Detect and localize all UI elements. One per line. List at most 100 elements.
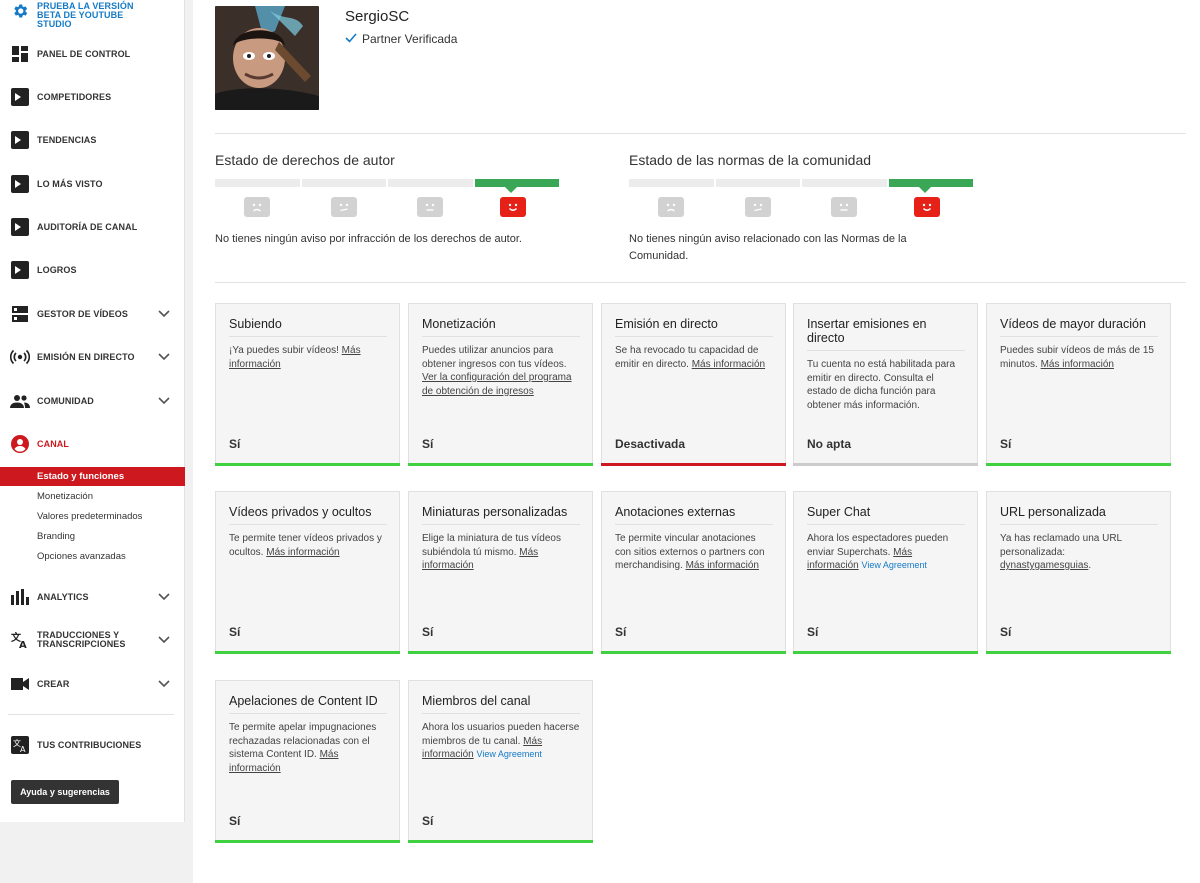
chevron-down-icon[interactable]	[157, 350, 171, 364]
feature-card: Emisión en directo Se ha revocado tu cap…	[601, 303, 786, 466]
sidebar-divider	[8, 714, 174, 715]
sidebar-item-label: COMUNIDAD	[37, 395, 94, 406]
more-info-link[interactable]: Más información	[692, 359, 765, 370]
sidebar-subitem-monetization[interactable]: Monetización	[0, 487, 185, 506]
sidebar-item-channel[interactable]: CANAL	[0, 429, 185, 459]
sidebar-item-label: EMISIÓN EN DIRECTO	[37, 351, 135, 362]
feature-card: Subiendo ¡Ya puedes subir vídeos! Más in…	[215, 303, 400, 466]
sidebar-item-video-manager[interactable]: GESTOR DE VÍDEOS	[0, 299, 185, 329]
feature-card: Vídeos de mayor duración Puedes subir ví…	[986, 303, 1171, 466]
meter-segment-active	[474, 179, 559, 187]
sidebar-item-studio-beta[interactable]: PRUEBA LA VERSIÓN BETA DE YOUTUBE STUDIO	[0, 0, 185, 29]
translate-icon: 文A	[10, 630, 30, 650]
sad-face-icon	[658, 197, 684, 217]
sidebar-item-label: AUDITORÍA DE CANAL	[37, 221, 138, 232]
happy-face-icon	[914, 197, 940, 217]
feature-title: Emisión en directo	[615, 317, 773, 337]
chevron-down-icon[interactable]	[157, 307, 171, 321]
sidebar-item-translations[interactable]: 文A TRADUCCIONES Y TRANSCRIPCIONES	[0, 625, 185, 655]
more-info-link[interactable]: Más información	[686, 560, 759, 571]
copyright-status: Estado de derechos de autor No tienes ni…	[215, 152, 575, 245]
sidebar-subitem-advanced[interactable]: Opciones avanzadas	[0, 547, 185, 566]
feature-card: URL personalizada Ya has reclamado una U…	[986, 491, 1171, 654]
sidebar-subitem-status[interactable]: Estado y funciones	[0, 467, 185, 486]
sidebar-item-achievements[interactable]: LOGROS	[0, 255, 185, 285]
feature-card: Vídeos privados y ocultos Te permite ten…	[215, 491, 400, 654]
tubebuddy-icon	[10, 217, 30, 237]
sidebar-item-label: TENDENCIAS	[37, 134, 97, 145]
help-feedback-button[interactable]: Ayuda y sugerencias	[11, 780, 119, 804]
status-bar	[986, 651, 1171, 654]
community-status-title: Estado de las normas de la comunidad	[629, 152, 872, 168]
sidebar-item-label: GESTOR DE VÍDEOS	[37, 308, 128, 319]
feature-title: Super Chat	[807, 505, 965, 525]
happy-face-icon	[500, 197, 526, 217]
feature-desc: ¡Ya puedes subir vídeos! Más información	[229, 345, 361, 370]
sidebar-item-trends[interactable]: TENDENCIAS	[0, 125, 185, 155]
feature-desc: Puedes utilizar anuncios para obtener in…	[422, 345, 572, 397]
channel-name: SergioSC	[345, 8, 410, 25]
feature-desc: Te permite apelar impugnaciones rechazad…	[229, 722, 377, 774]
feature-status: Sí	[807, 625, 819, 639]
status-bar	[986, 463, 1171, 466]
sidebar-item-contributions[interactable]: 文A TUS CONTRIBUCIONES	[0, 730, 185, 760]
neutral-face-icon	[417, 197, 443, 217]
sidebar-subitem-branding[interactable]: Branding	[0, 527, 185, 546]
feature-status: No apta	[807, 437, 852, 451]
video-manager-icon	[10, 304, 30, 324]
sidebar-item-dashboard[interactable]: PANEL DE CONTROL	[0, 39, 185, 69]
feature-desc: Puedes subir vídeos de más de 15 minutos…	[1000, 345, 1154, 370]
sidebar-item-channel-audit[interactable]: AUDITORÍA DE CANAL	[0, 212, 185, 242]
feature-title: URL personalizada	[1000, 505, 1158, 525]
status-bar	[408, 651, 593, 654]
status-bar	[793, 651, 978, 654]
feature-card: Monetización Puedes utilizar anuncios pa…	[408, 303, 593, 466]
more-info-link[interactable]: Más información	[1041, 359, 1114, 370]
sidebar-item-label: TRADUCCIONES Y TRANSCRIPCIONES	[37, 630, 126, 649]
feature-desc: Ya has reclamado una URL personalizada: …	[1000, 533, 1122, 571]
chevron-down-icon[interactable]	[157, 394, 171, 408]
chevron-down-icon[interactable]	[157, 677, 171, 691]
meter-segment-active	[888, 179, 973, 187]
feature-card: Miniaturas personalizadas Elige la minia…	[408, 491, 593, 654]
more-info-link[interactable]: Más información	[266, 547, 339, 558]
tubebuddy-icon	[10, 260, 30, 280]
feature-title: Vídeos privados y ocultos	[229, 505, 387, 525]
monetization-settings-link[interactable]: Ver la configuración del programa de obt…	[422, 372, 572, 397]
feature-status: Sí	[229, 437, 241, 451]
feature-status: Sí	[422, 814, 434, 828]
meter-segment	[215, 179, 300, 187]
sidebar-subitem-defaults[interactable]: Valores predeterminados	[0, 507, 185, 526]
neutral-face-icon	[831, 197, 857, 217]
svg-text:A: A	[20, 745, 26, 754]
view-agreement-link[interactable]: View Agreement	[861, 560, 926, 570]
channel-avatar[interactable]	[215, 6, 319, 110]
chevron-down-icon[interactable]	[157, 633, 171, 647]
chevron-down-icon[interactable]	[157, 590, 171, 604]
sidebar-item-label: ANALYTICS	[37, 591, 89, 602]
feature-title: Insertar emisiones en directo	[807, 317, 965, 351]
dashboard-icon	[10, 44, 30, 64]
sidebar-item-community[interactable]: COMUNIDAD	[0, 386, 185, 416]
feature-desc: Te permite tener vídeos privados y ocult…	[229, 533, 382, 558]
sidebar-item-analytics[interactable]: ANALYTICS	[0, 582, 185, 612]
sidebar-item-label: LO MÁS VISTO	[37, 178, 103, 189]
gear-icon	[10, 1, 30, 21]
feature-status: Sí	[1000, 437, 1012, 451]
feature-desc: Te permite vincular anotaciones con siti…	[615, 533, 765, 571]
custom-url-link[interactable]: dynastygamesguias	[1000, 560, 1088, 571]
feature-status: Desactivada	[615, 437, 686, 451]
partner-badge: Partner Verificada	[345, 32, 457, 46]
video-camera-icon	[10, 674, 30, 694]
sidebar-item-most-viewed[interactable]: LO MÁS VISTO	[0, 169, 185, 199]
status-bar	[215, 463, 400, 466]
sidebar-item-label: PANEL DE CONTROL	[37, 48, 131, 59]
partner-label: Partner Verificada	[362, 32, 458, 46]
sidebar-item-create[interactable]: CREAR	[0, 669, 185, 699]
divider	[215, 133, 1186, 134]
feature-status: Sí	[422, 437, 434, 451]
copyright-status-text: No tienes ningún aviso por infracción de…	[215, 233, 522, 245]
view-agreement-link[interactable]: View Agreement	[476, 749, 541, 759]
sidebar-item-live[interactable]: EMISIÓN EN DIRECTO	[0, 342, 185, 372]
sidebar-item-competitors[interactable]: COMPETIDORES	[0, 82, 185, 112]
